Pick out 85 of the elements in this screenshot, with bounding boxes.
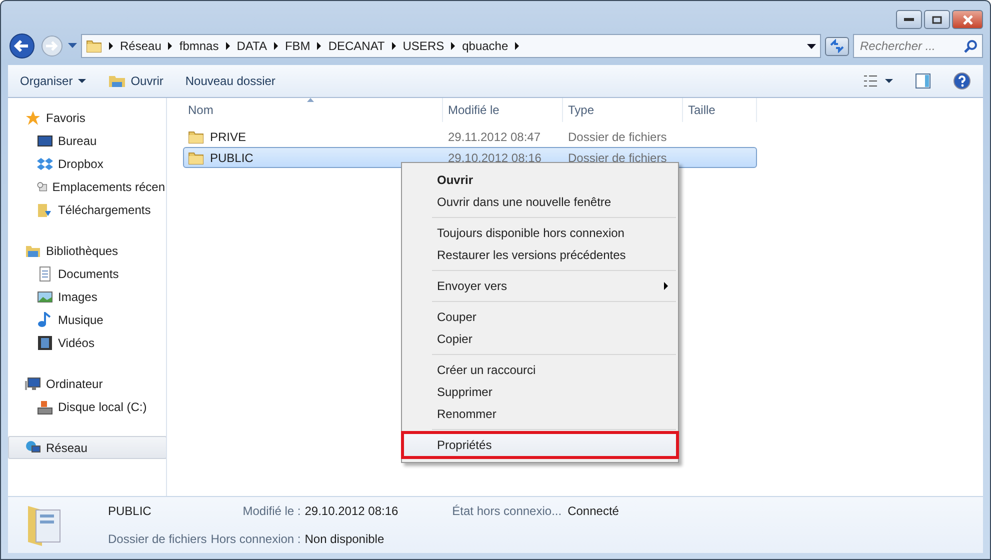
column-header[interactable]: Type bbox=[563, 98, 683, 122]
menu-item[interactable]: Créer un raccourci bbox=[404, 359, 676, 381]
view-options-button[interactable] bbox=[863, 75, 893, 87]
close-icon bbox=[962, 14, 974, 24]
download-folder-icon bbox=[37, 202, 53, 218]
dropdown-arrow-icon[interactable] bbox=[807, 44, 816, 48]
modified-cell-text: 29.11.2012 08:47 bbox=[447, 130, 542, 144]
preview-pane-icon[interactable] bbox=[915, 73, 931, 89]
nav-item[interactable]: Musique bbox=[8, 308, 166, 331]
nav-item[interactable]: Images bbox=[8, 285, 166, 308]
item-name: PUBLIC bbox=[108, 504, 152, 518]
open-button[interactable]: Ouvrir bbox=[108, 73, 164, 89]
field-label: Modifié le : bbox=[242, 504, 301, 518]
folder-icon bbox=[108, 73, 126, 89]
refresh-button[interactable] bbox=[825, 36, 849, 56]
field-label: Hors connexion : bbox=[210, 532, 301, 546]
column-header[interactable]: Taille bbox=[683, 98, 757, 122]
field-value: Non disponible bbox=[304, 532, 386, 546]
modified-cell-text: 29.10.2012 08:16 bbox=[447, 150, 542, 164]
nav-item[interactable]: Ordinateur bbox=[8, 372, 166, 395]
breadcrumb-segment[interactable]: qbuache bbox=[462, 39, 508, 53]
nav-item[interactable]: Emplacements récen bbox=[8, 175, 166, 198]
menu-item[interactable]: Ouvrir bbox=[404, 169, 676, 191]
nav-item[interactable]: Favoris bbox=[8, 106, 166, 129]
file-row[interactable]: PRIVE 29.11.2012 08:47 Dossier de fichiers bbox=[183, 126, 757, 147]
menu-item[interactable]: Supprimer bbox=[404, 381, 676, 403]
maximize-icon bbox=[932, 16, 942, 24]
caret-icon bbox=[78, 79, 86, 83]
folder-icon bbox=[188, 128, 204, 144]
file-name: PRIVE bbox=[210, 130, 246, 144]
nav-item[interactable]: Bibliothèques bbox=[8, 239, 166, 262]
document-icon bbox=[37, 266, 53, 282]
menu-item[interactable]: Propriétés bbox=[404, 434, 676, 456]
minimize-icon bbox=[904, 18, 914, 22]
field-value: Connecté bbox=[568, 504, 619, 518]
breadcrumb-segment[interactable]: USERS bbox=[402, 39, 444, 53]
search-icon bbox=[964, 39, 978, 53]
nav-item[interactable]: Documents bbox=[8, 262, 166, 285]
breadcrumb-segment[interactable]: DATA bbox=[236, 39, 267, 53]
field-label: État hors connexio... bbox=[452, 504, 562, 518]
close-button[interactable] bbox=[952, 10, 983, 29]
menu-item[interactable]: Restaurer les versions précédentes bbox=[404, 244, 676, 266]
field-value: 29.10.2012 08:16 bbox=[304, 504, 398, 518]
menu-item[interactable]: Toujours disponible hors connexion bbox=[404, 222, 676, 244]
history-dropdown-icon[interactable] bbox=[68, 43, 77, 49]
type-cell-text: Dossier de fichiers bbox=[567, 150, 668, 164]
menu-item[interactable]: Couper bbox=[404, 306, 676, 328]
address-bar[interactable]: Réseau fbmnas DATA FBM DECANAT USERS qbuache bbox=[81, 34, 821, 58]
menu-item[interactable]: Renommer bbox=[404, 403, 676, 425]
help-icon[interactable] bbox=[953, 72, 971, 90]
nav-item[interactable]: Bureau bbox=[8, 129, 166, 152]
network-icon bbox=[25, 440, 41, 456]
organize-menu-button[interactable]: Organiser bbox=[20, 74, 86, 88]
item-type: Dossier de fichiers bbox=[108, 532, 207, 546]
drive-icon bbox=[37, 398, 53, 414]
search-field[interactable]: Rechercher ... bbox=[853, 34, 983, 58]
image-icon bbox=[37, 288, 53, 304]
nav-item[interactable]: Réseau bbox=[8, 436, 166, 459]
file-name: PUBLIC bbox=[210, 150, 254, 164]
box-icon bbox=[37, 156, 53, 172]
menu-item[interactable]: Ouvrir dans une nouvelle fenêtre bbox=[404, 191, 676, 213]
new-folder-button[interactable]: Nouveau dossier bbox=[185, 74, 276, 88]
star-icon bbox=[25, 110, 41, 126]
film-icon bbox=[37, 334, 53, 350]
column-header[interactable]: Modifié le bbox=[443, 98, 563, 122]
nav-item[interactable]: Disque local (C:) bbox=[8, 395, 166, 418]
back-button[interactable] bbox=[8, 32, 36, 60]
column-header[interactable]: Nom bbox=[183, 98, 443, 122]
desktop-icon bbox=[37, 132, 53, 148]
minimize-button[interactable] bbox=[896, 10, 922, 29]
computer-icon bbox=[25, 376, 41, 392]
menu-item[interactable]: Copier bbox=[404, 328, 676, 350]
breadcrumb-segment[interactable]: Réseau bbox=[120, 39, 162, 53]
nav-item[interactable]: Dropbox bbox=[8, 152, 166, 175]
nav-item[interactable]: Vidéos bbox=[8, 331, 166, 354]
music-note-icon bbox=[37, 312, 53, 328]
breadcrumb-segment[interactable]: fbmnas bbox=[179, 39, 219, 53]
breadcrumb-segment[interactable]: FBM bbox=[284, 39, 310, 53]
menu-item[interactable]: Envoyer vers bbox=[404, 275, 676, 297]
folder-icon bbox=[86, 38, 102, 54]
folder-icon bbox=[188, 150, 204, 166]
type-cell-text: Dossier de fichiers bbox=[567, 130, 668, 144]
nav-item[interactable]: Téléchargements bbox=[8, 198, 166, 221]
breadcrumb-segment[interactable]: DECANAT bbox=[328, 39, 385, 53]
maximize-button[interactable] bbox=[924, 10, 950, 29]
